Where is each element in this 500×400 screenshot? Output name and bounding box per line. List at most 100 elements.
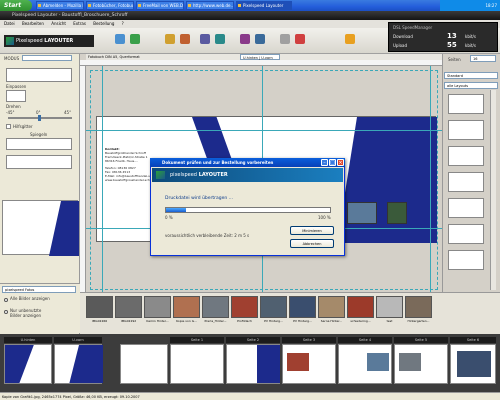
start-button[interactable]: Start (0, 0, 32, 11)
photo-thumb[interactable] (347, 296, 374, 318)
undo-icon[interactable] (165, 34, 175, 44)
modus-select[interactable] (22, 55, 72, 61)
zoom-icon[interactable] (255, 34, 265, 44)
page-thumb-u-hinten[interactable] (4, 344, 52, 384)
photo-thumb[interactable] (318, 296, 345, 318)
photo-thumb[interactable] (231, 296, 258, 318)
page-navigator[interactable] (2, 200, 79, 256)
layout-thumb[interactable] (448, 198, 484, 218)
tab-u-hinten[interactable]: U.hinten (4, 337, 52, 343)
dialog-minimize-button[interactable]: – (321, 159, 328, 166)
layout-category-select[interactable]: Standard (444, 72, 498, 79)
rotation-slider-thumb[interactable] (38, 115, 41, 121)
page-thumb-seite-5[interactable] (394, 344, 448, 384)
layout-filter-select[interactable]: alle Layouts (444, 82, 498, 89)
cancel-button[interactable]: Abbrechen (290, 239, 334, 248)
tool-buttons[interactable] (6, 68, 72, 82)
taskbar-item-mozilla[interactable]: Abmelden - Mozilla Fi... (36, 1, 84, 10)
tab-seite-2[interactable]: Seite 2 (226, 337, 280, 343)
text-icon[interactable] (215, 34, 225, 44)
taskbar-item-layouter[interactable]: Pixelspeed Layouter (236, 1, 292, 10)
taskbar-item-freemail[interactable]: FreeMail von WEB.DE... (136, 1, 184, 10)
layout-scrollbar[interactable] (490, 90, 496, 290)
layout-thumb[interactable] (448, 146, 484, 166)
photo-caption: PV Hinterg... (293, 319, 312, 323)
page-thumb-seite-3[interactable] (282, 344, 336, 384)
layout-thumb[interactable] (448, 250, 484, 270)
tab-u-vorn[interactable]: U.vorn (54, 337, 102, 343)
page-thumb-u-vorn[interactable] (54, 344, 103, 384)
page-photo[interactable] (347, 202, 377, 224)
layout-thumb[interactable] (448, 94, 484, 114)
photo-thumb[interactable] (405, 296, 432, 318)
taskbar-item-fotobuecher[interactable]: Fotobücher, Fotobuc... (86, 1, 134, 10)
thumb-shape (257, 345, 280, 383)
page-thumb-seite-4[interactable] (338, 344, 392, 384)
tab-seite-5[interactable]: Seite 5 (394, 337, 448, 343)
dialog-title: Dokument prüfen und zur Bestellung vorbe… (150, 158, 345, 167)
photo-thumb[interactable] (376, 296, 403, 318)
show-unused-label: Nur unbenutzte Bilder anzeigen (10, 308, 42, 318)
guide-line[interactable] (86, 130, 442, 131)
menu-bestellung[interactable]: Bestellung (93, 21, 114, 26)
layout-thumb[interactable] (448, 172, 484, 192)
minimize-button[interactable]: Minimieren (290, 226, 334, 235)
image-icon[interactable] (200, 34, 210, 44)
einpassen-button[interactable] (6, 90, 26, 102)
photo-caption: Hintergarten... (407, 319, 430, 323)
dialog-maximize-button[interactable]: □ (329, 159, 336, 166)
photo-thumb[interactable] (173, 296, 200, 318)
page-thumb-seite-2[interactable] (226, 344, 280, 384)
guide-line[interactable] (430, 66, 431, 292)
page-photo-2[interactable] (387, 202, 407, 224)
photo-caption: Kopie von G... (176, 319, 197, 323)
menu-bearbeiten[interactable]: Bearbeiten (22, 21, 44, 26)
effect-buttons[interactable] (6, 155, 72, 169)
clock: 18:27 (485, 3, 497, 8)
window-title: Pixelspeed Layouter - Baustoffl_Broschue… (0, 11, 500, 20)
tab-seite-6[interactable]: Seite 6 (450, 337, 496, 343)
hilfsgitter-checkbox[interactable] (6, 124, 11, 129)
menu-ansicht[interactable]: Ansicht (51, 21, 66, 26)
redo-icon[interactable] (180, 34, 190, 44)
order-icon[interactable] (345, 34, 355, 44)
photo-thumb[interactable] (144, 296, 171, 318)
photo-thumb[interactable] (289, 296, 316, 318)
print-icon[interactable] (280, 34, 290, 44)
page-thumb-inner[interactable] (120, 344, 168, 384)
delete-icon[interactable] (295, 34, 305, 44)
progress-max-label: 100 % (318, 215, 331, 220)
tab-seite-1[interactable]: Seite 1 (170, 337, 224, 343)
layout-icon[interactable] (240, 34, 250, 44)
guide-line[interactable] (102, 66, 103, 292)
layout-thumb[interactable] (448, 120, 484, 140)
hilfsgitter-label: Hilfsgitter (13, 124, 33, 129)
tab-seite-4[interactable]: Seite 4 (338, 337, 392, 343)
tab-seite-3[interactable]: Seite 3 (282, 337, 336, 343)
seiten-select[interactable]: 16 (470, 55, 496, 62)
show-all-radio[interactable] (4, 298, 8, 302)
taskbar-item-webde[interactable]: http://www.web.de... (186, 1, 234, 10)
menu-extras[interactable]: Extras (73, 21, 86, 26)
page-thumb-seite-6[interactable] (450, 344, 496, 384)
thumb-shape (69, 345, 103, 383)
modus-label: MODUS (4, 56, 20, 61)
spiegeln-buttons[interactable] (6, 138, 72, 150)
fotos-source-select[interactable]: pixelspeed Fotos (2, 286, 76, 293)
dialog-close-button[interactable]: × (337, 159, 344, 166)
photo-thumb[interactable] (115, 296, 142, 318)
open-icon[interactable] (115, 34, 125, 44)
dialog-banner: pixelspeed LAYOUTER (152, 168, 343, 182)
photo-thumb[interactable] (260, 296, 287, 318)
save-icon[interactable] (130, 34, 140, 44)
show-unused-radio[interactable] (4, 310, 8, 314)
menu-datei[interactable]: Datei (4, 21, 15, 26)
photo-thumb[interactable] (202, 296, 229, 318)
photo-thumb[interactable] (86, 296, 113, 318)
page-thumb-seite-1[interactable] (170, 344, 224, 384)
layout-thumb[interactable] (448, 224, 484, 244)
menu-help[interactable]: ? (122, 21, 124, 26)
photo-caption: Kamin Hinter... (146, 319, 169, 323)
banner-brand: pixelspeed (170, 172, 197, 178)
download-unit: kbit/s (465, 34, 476, 39)
